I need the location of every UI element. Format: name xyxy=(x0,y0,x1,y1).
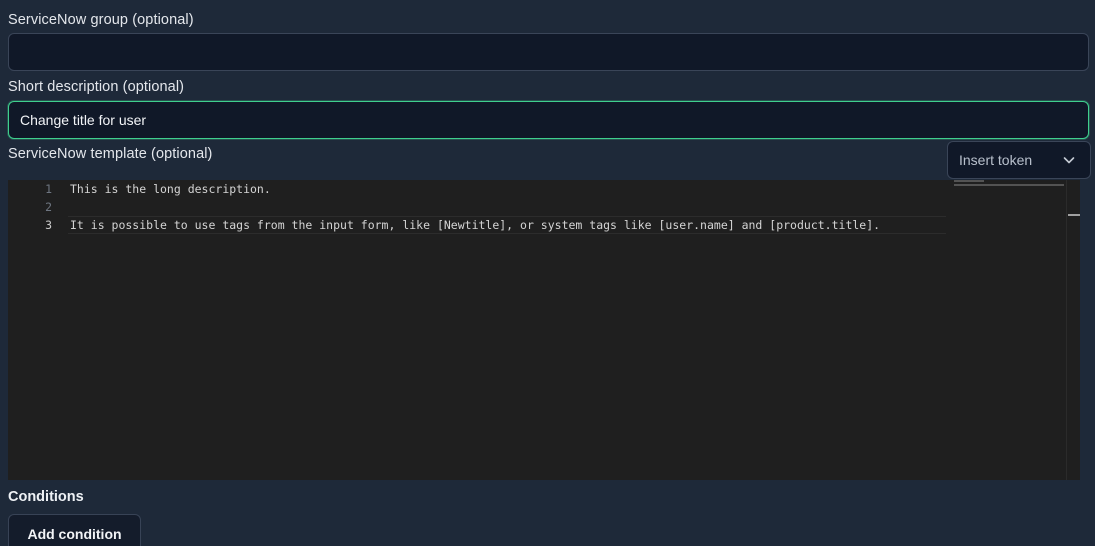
line-number: 1 xyxy=(45,182,52,196)
conditions-heading: Conditions xyxy=(8,489,84,505)
minimap-line xyxy=(954,180,984,182)
line-number-gutter: 1 2 3 xyxy=(8,180,52,480)
short-description-label: Short description (optional) xyxy=(8,79,185,95)
servicenow-form: ServiceNow group (optional) Short descri… xyxy=(0,0,1095,546)
chevron-down-icon xyxy=(1062,153,1076,167)
insert-token-dropdown[interactable]: Insert token xyxy=(947,141,1091,179)
add-condition-button[interactable]: Add condition xyxy=(8,514,141,546)
servicenow-group-label: ServiceNow group (optional) xyxy=(8,12,194,28)
editor-vertical-scrollbar[interactable] xyxy=(1066,180,1080,480)
line-number: 3 xyxy=(45,218,52,232)
editor-minimap[interactable] xyxy=(952,180,1066,480)
minimap-line xyxy=(954,184,1064,186)
code-line[interactable]: This is the long description. xyxy=(70,180,271,198)
servicenow-group-input[interactable] xyxy=(8,33,1089,71)
scrollbar-cursor-marker xyxy=(1068,214,1080,216)
line-number: 2 xyxy=(45,200,52,214)
servicenow-template-label: ServiceNow template (optional) xyxy=(8,146,213,162)
template-code-editor[interactable]: 1 2 3 This is the long description. It i… xyxy=(8,180,1080,480)
insert-token-label: Insert token xyxy=(959,152,1033,168)
short-description-input[interactable] xyxy=(8,101,1089,139)
code-line[interactable]: It is possible to use tags from the inpu… xyxy=(70,216,880,234)
